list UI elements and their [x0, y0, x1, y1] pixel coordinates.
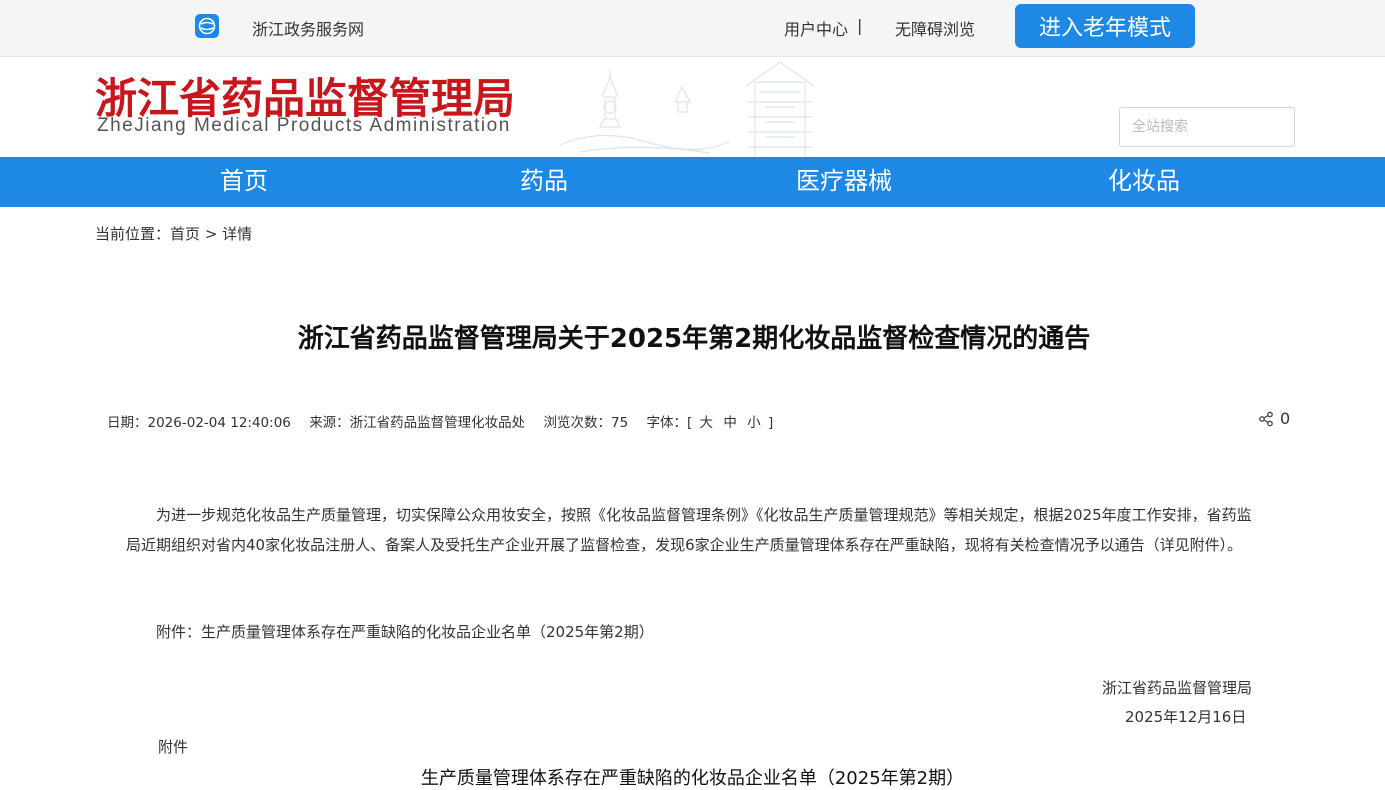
nav-item-home[interactable]: 首页 — [144, 157, 344, 207]
nav-item-cosmetics[interactable]: 化妆品 — [1044, 157, 1244, 207]
article-meta: 日期：2026-02-04 12:40:06 来源：浙江省药品监督管理化妆品处 … — [107, 411, 773, 431]
breadcrumb-home-link[interactable]: 首页 — [170, 225, 200, 243]
accessible-browse-link[interactable]: 无障碍浏览 — [895, 16, 975, 40]
share-control[interactable]: 0 — [1258, 409, 1290, 428]
article-date: 日期：2026-02-04 12:40:06 — [107, 415, 291, 431]
font-size-large-button[interactable]: 大 — [700, 415, 714, 431]
article-paragraph-1: 为进一步规范化妆品生产质量管理，切实保障公众用妆安全，按照《化妆品监督管理条例》… — [126, 506, 1252, 554]
nav-item-drugs[interactable]: 药品 — [444, 157, 644, 207]
pagoda-skyline-illustration — [560, 61, 816, 157]
main-nav: 首页 药品 医疗器械 化妆品 — [0, 157, 1385, 207]
nav-item-medical-devices[interactable]: 医疗器械 — [744, 157, 944, 207]
elder-mode-button[interactable]: 进入老年模式 — [1015, 4, 1195, 48]
breadcrumb-current: 详情 — [222, 225, 253, 243]
font-size-bracket-end: ] — [767, 415, 774, 431]
font-size-label: 字体：[ — [646, 415, 693, 431]
breadcrumb-prefix: 当前位置： — [95, 225, 171, 243]
font-size-small-button[interactable]: 小 — [747, 415, 761, 431]
breadcrumb: 当前位置：首页 > 详情 — [95, 223, 252, 244]
gov-portal-logo-icon[interactable] — [195, 14, 219, 38]
article-views: 浏览次数：75 — [543, 415, 629, 431]
article-title: 浙江省药品监督管理局关于2025年第2期化妆品监督检查情况的通告 — [297, 324, 1091, 354]
share-icon — [1259, 411, 1273, 426]
site-subtitle: ZheJiang Medical Products Administration — [97, 115, 511, 136]
site-search-input[interactable] — [1119, 107, 1295, 147]
share-count: 0 — [1280, 409, 1291, 428]
site-header: 浙江省药品监督管理局 ZheJiang Medical Products Adm… — [0, 57, 1385, 157]
user-center-link[interactable]: 用户中心 — [784, 16, 848, 40]
breadcrumb-arrow: > — [204, 225, 218, 243]
attachment-label: 附件 — [158, 738, 189, 756]
top-bar: 浙江政务服务网 用户中心 | 无障碍浏览 进入老年模式 — [0, 0, 1385, 57]
article-paragraph-2: 附件：生产质量管理体系存在严重缺陷的化妆品企业名单（2025年第2期） — [156, 623, 654, 641]
signature-date: 2025年12月16日 — [1125, 708, 1247, 726]
signature-organization: 浙江省药品监督管理局 — [1102, 679, 1253, 697]
article-source: 来源：浙江省药品监督管理化妆品处 — [309, 415, 526, 431]
gov-portal-link[interactable]: 浙江政务服务网 — [252, 16, 364, 40]
font-size-medium-button[interactable]: 中 — [723, 415, 737, 431]
attachment-title: 生产质量管理体系存在严重缺陷的化妆品企业名单（2025年第2期） — [420, 768, 965, 789]
topbar-separator: | — [857, 16, 863, 35]
